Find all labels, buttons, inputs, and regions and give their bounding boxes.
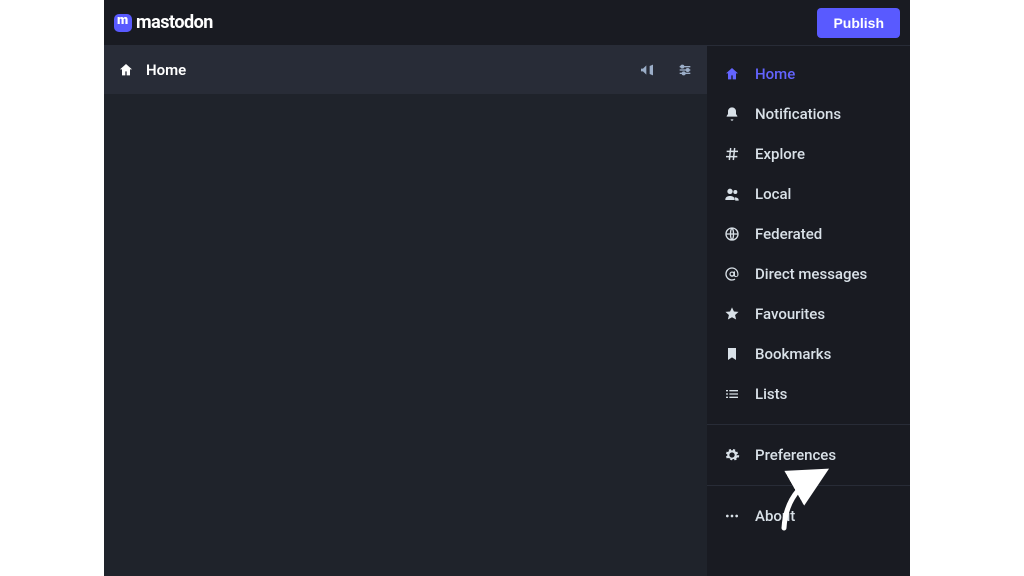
globe-icon xyxy=(723,226,741,242)
brand-logo[interactable]: mastodon xyxy=(114,12,213,33)
announce-icon[interactable] xyxy=(639,62,655,78)
hash-icon xyxy=(723,146,741,162)
home-icon xyxy=(118,62,134,78)
nav-lists[interactable]: Lists xyxy=(707,374,910,414)
nav-label: Bookmarks xyxy=(755,345,831,363)
users-icon xyxy=(723,186,741,202)
nav-label: Notifications xyxy=(755,105,841,123)
dots-icon xyxy=(723,508,741,524)
feed xyxy=(104,94,707,576)
nav-explore[interactable]: Explore xyxy=(707,134,910,174)
nav-label: Local xyxy=(755,185,791,203)
topbar: mastodon Publish xyxy=(104,0,910,46)
nav-label: Preferences xyxy=(755,446,836,464)
publish-button[interactable]: Publish xyxy=(817,8,900,38)
nav-label: Favourites xyxy=(755,305,825,323)
nav-direct-messages[interactable]: Direct messages xyxy=(707,254,910,294)
sidebar-nav: Home Notifications Explore Local xyxy=(707,46,910,576)
body: Home Home xyxy=(104,46,910,576)
nav-federated[interactable]: Federated xyxy=(707,214,910,254)
nav-label: Explore xyxy=(755,145,805,163)
bell-icon xyxy=(723,106,741,122)
nav-label: About xyxy=(755,507,795,525)
column-title: Home xyxy=(146,61,186,79)
star-icon xyxy=(723,306,741,322)
sliders-icon[interactable] xyxy=(677,62,693,78)
bookmark-icon xyxy=(723,346,741,362)
mastodon-icon xyxy=(114,14,132,32)
app-viewport: mastodon Publish Home xyxy=(104,0,910,576)
nav-divider xyxy=(707,424,910,425)
gear-icon xyxy=(723,447,741,463)
main-column: Home xyxy=(104,46,707,576)
nav-notifications[interactable]: Notifications xyxy=(707,94,910,134)
nav-local[interactable]: Local xyxy=(707,174,910,214)
nav-label: Home xyxy=(755,65,795,83)
nav-preferences[interactable]: Preferences xyxy=(707,435,910,475)
nav-home[interactable]: Home xyxy=(707,54,910,94)
nav-about[interactable]: About xyxy=(707,496,910,536)
nav-favourites[interactable]: Favourites xyxy=(707,294,910,334)
nav-label: Direct messages xyxy=(755,265,867,283)
list-icon xyxy=(723,386,741,402)
brand-text: mastodon xyxy=(136,12,213,33)
nav-label: Lists xyxy=(755,385,787,403)
column-header: Home xyxy=(104,46,707,94)
nav-bookmarks[interactable]: Bookmarks xyxy=(707,334,910,374)
nav-label: Federated xyxy=(755,225,822,243)
home-icon xyxy=(723,66,741,82)
at-icon xyxy=(723,266,741,282)
nav-divider xyxy=(707,485,910,486)
